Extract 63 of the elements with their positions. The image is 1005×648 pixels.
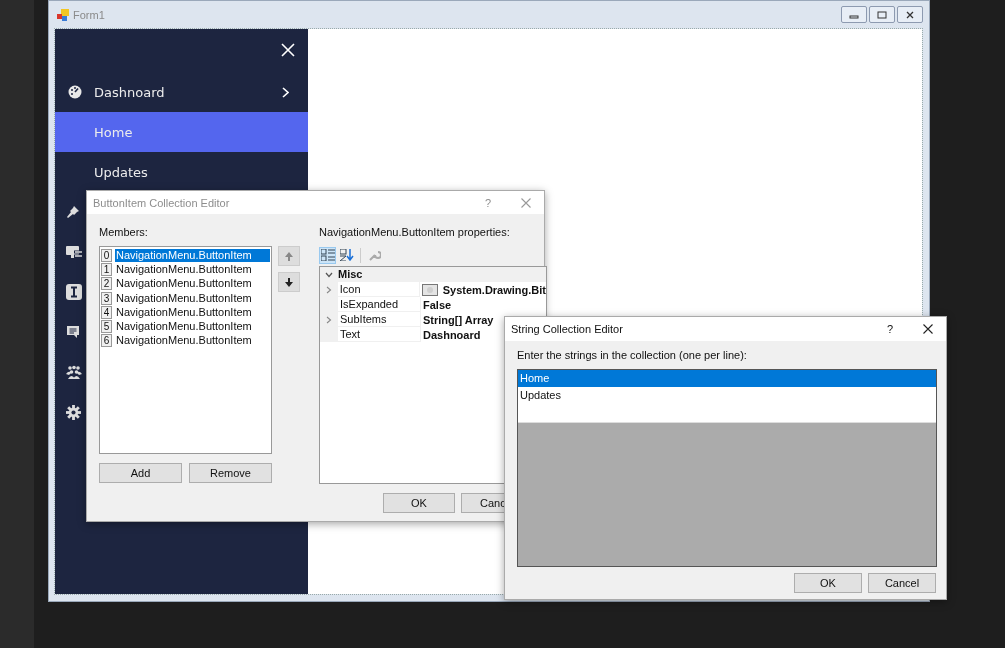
sort-alphabetical-button[interactable] — [338, 246, 355, 264]
message-icon[interactable] — [66, 325, 80, 339]
move-down-button[interactable] — [278, 272, 300, 292]
dialog-title: ButtonItem Collection Editor — [93, 196, 230, 209]
property-name: IsExpanded — [338, 297, 420, 312]
property-name: SubItems — [338, 312, 420, 327]
nav-item[interactable]: Dashnoard — [55, 72, 308, 112]
member-item[interactable]: NavigationMenu.ButtonItem — [115, 334, 270, 348]
collapse-icon[interactable] — [325, 271, 333, 278]
text-cursor-icon[interactable] — [66, 284, 82, 300]
property-value[interactable]: False — [423, 298, 452, 311]
close-icon[interactable] — [923, 324, 933, 334]
property-value[interactable]: System.Drawing.Bit — [442, 283, 546, 296]
image-thumbnail-icon — [421, 283, 438, 296]
string-line[interactable]: Updates — [518, 387, 936, 404]
property-name: Text — [338, 327, 420, 342]
remove-button[interactable]: Remove — [189, 463, 272, 483]
property-name: Icon — [337, 282, 419, 297]
arrow-down-icon — [285, 277, 293, 287]
index-label: 2 — [101, 277, 112, 291]
dialog-title: String Collection Editor — [511, 323, 623, 335]
nav-item[interactable]: Home — [55, 112, 308, 152]
strings-text-area[interactable]: Home Updates — [517, 369, 937, 567]
property-value[interactable]: String[] Array — [423, 313, 494, 326]
category-label: Misc — [338, 267, 546, 282]
add-button[interactable]: Add — [99, 463, 182, 483]
nav-item[interactable]: Updates — [55, 152, 308, 192]
expand-icon[interactable] — [326, 315, 332, 324]
member-item[interactable]: NavigationMenu.ButtonItem — [115, 262, 270, 276]
ok-button[interactable]: OK — [794, 573, 862, 593]
cancel-button[interactable]: Cancel — [868, 573, 936, 593]
app-icon — [57, 8, 69, 21]
members-label: Members: — [99, 226, 149, 240]
help-button[interactable]: ? — [484, 196, 491, 209]
window-title: Form1 — [73, 8, 105, 21]
member-item[interactable]: NavigationMenu.ButtonItem — [115, 320, 270, 334]
help-button[interactable]: ? — [886, 323, 893, 335]
pin-icon[interactable] — [66, 205, 80, 219]
expand-icon[interactable] — [325, 285, 332, 294]
index-label: 0 — [101, 248, 112, 262]
property-value[interactable]: Dashnoard — [423, 328, 481, 341]
dashboard-icon — [67, 85, 82, 99]
close-button[interactable] — [897, 6, 923, 23]
close-icon — [905, 10, 915, 19]
member-item[interactable]: NavigationMenu.ButtonItem — [115, 248, 270, 262]
monitor-sliders-icon[interactable] — [66, 245, 82, 259]
categorized-button[interactable] — [319, 246, 336, 264]
index-label: 1 — [101, 262, 112, 276]
properties-label: NavigationMenu.ButtonItem properties: — [319, 226, 511, 240]
arrow-up-icon — [285, 251, 293, 261]
member-item[interactable]: NavigationMenu.ButtonItem — [115, 291, 270, 305]
move-up-button[interactable] — [278, 246, 300, 266]
index-label: 3 — [101, 291, 112, 305]
prompt-label: Enter the strings in the collection (one per line): — [517, 349, 748, 363]
minimize-button[interactable] — [841, 6, 867, 23]
member-item[interactable]: NavigationMenu.ButtonItem — [115, 277, 270, 291]
index-label: 4 — [101, 305, 112, 319]
member-item[interactable]: NavigationMenu.ButtonItem — [115, 305, 270, 319]
settings-icon[interactable] — [66, 404, 81, 420]
index-label: 5 — [101, 320, 112, 334]
index-label: 6 — [101, 334, 112, 348]
maximize-icon — [877, 10, 887, 19]
ok-button[interactable]: OK — [383, 493, 455, 513]
